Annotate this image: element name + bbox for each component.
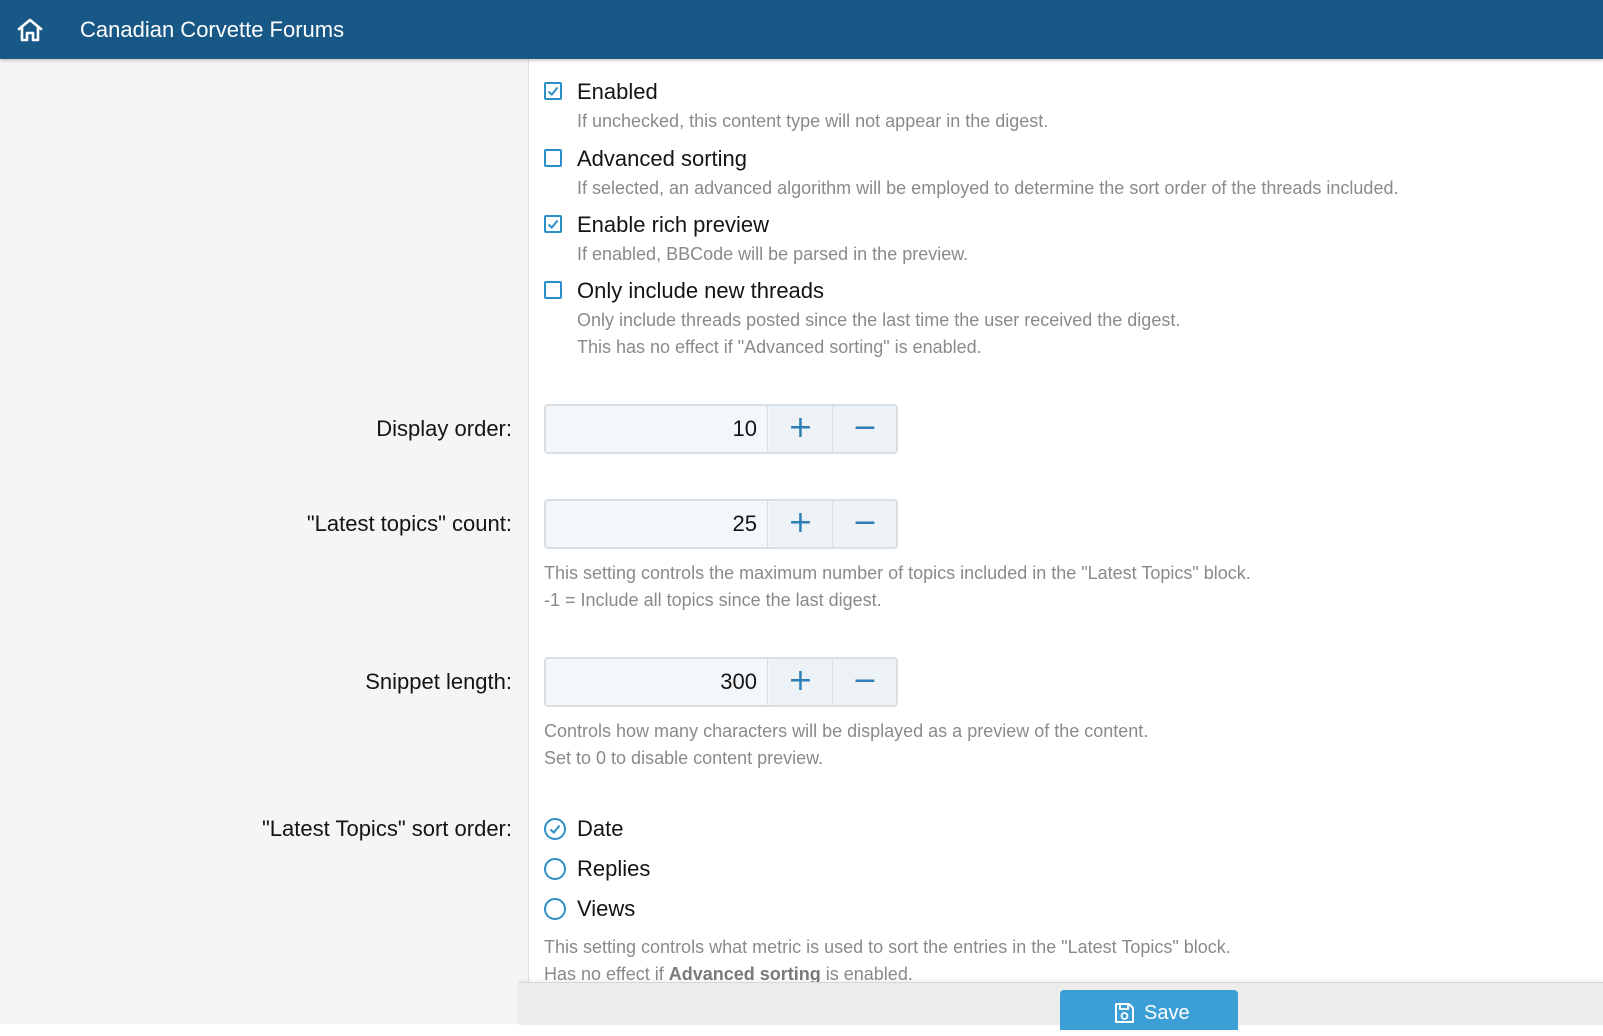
- only-new-threads-hint-note: This has no effect if "Advanced sorting"…: [577, 337, 982, 357]
- snippet-length-hint: Controls how many characters will be dis…: [544, 721, 1149, 741]
- sort-order-label: "Latest Topics" sort order:: [262, 816, 512, 841]
- enable-rich-preview-label[interactable]: Enable rich preview: [577, 211, 769, 239]
- latest-topics-count-decrement-button[interactable]: −: [833, 501, 896, 547]
- display-order-increment-button[interactable]: +: [769, 406, 833, 452]
- only-new-threads-label[interactable]: Only include new threads: [577, 277, 824, 305]
- save-button-label: Save: [1144, 1002, 1190, 1024]
- latest-topics-count-stepper: 25 + −: [544, 499, 898, 549]
- sort-date-label[interactable]: Date: [577, 815, 623, 843]
- snippet-length-decrement-button[interactable]: −: [833, 659, 896, 705]
- display-order-input[interactable]: 10: [546, 406, 768, 452]
- checkmark-icon: [547, 219, 559, 229]
- advanced-sorting-hint: If selected, an advanced algorithm will …: [577, 178, 1399, 198]
- enable-rich-preview-hint: If enabled, BBCode will be parsed in the…: [577, 244, 969, 264]
- enable-rich-preview-checkbox[interactable]: [544, 215, 562, 233]
- latest-topics-count-increment-button[interactable]: +: [769, 501, 833, 547]
- sort-views-radio[interactable]: [544, 898, 566, 920]
- home-icon[interactable]: [16, 17, 44, 43]
- only-new-threads-checkbox[interactable]: [544, 281, 562, 299]
- sort-date-radio[interactable]: [544, 818, 566, 840]
- advanced-sorting-label[interactable]: Advanced sorting: [577, 145, 747, 173]
- advanced-sorting-checkbox[interactable]: [544, 149, 562, 167]
- label-column: [0, 59, 529, 1024]
- only-new-threads-hint: Only include threads posted since the la…: [577, 310, 1181, 330]
- top-navigation-bar: Canadian Corvette Forums: [0, 0, 1603, 59]
- snippet-length-increment-button[interactable]: +: [769, 659, 833, 705]
- enabled-label[interactable]: Enabled: [577, 78, 658, 106]
- enabled-hint: If unchecked, this content type will not…: [577, 111, 1049, 131]
- checkmark-icon: [547, 86, 559, 96]
- sort-views-label[interactable]: Views: [577, 895, 635, 923]
- snippet-length-input[interactable]: 300: [546, 659, 768, 705]
- latest-topics-count-hint: This setting controls the maximum number…: [544, 563, 1251, 583]
- sort-replies-radio[interactable]: [544, 858, 566, 880]
- display-order-stepper: 10 + −: [544, 404, 898, 454]
- advanced-sorting-emphasis: Advanced sorting: [668, 964, 821, 984]
- latest-topics-count-input[interactable]: 25: [546, 501, 768, 547]
- snippet-length-stepper: 300 + −: [544, 657, 898, 707]
- latest-topics-count-hint-note: -1 = Include all topics since the last d…: [544, 590, 882, 610]
- sort-order-hint: This setting controls what metric is use…: [544, 937, 1231, 957]
- latest-topics-count-label: "Latest topics" count:: [306, 511, 512, 536]
- display-order-label: Display order:: [376, 416, 512, 441]
- checkmark-icon: [549, 824, 561, 834]
- display-order-decrement-button[interactable]: −: [833, 406, 896, 452]
- site-title[interactable]: Canadian Corvette Forums: [80, 16, 344, 44]
- sort-replies-label[interactable]: Replies: [577, 855, 650, 883]
- snippet-length-label: Snippet length:: [365, 669, 512, 694]
- enabled-checkbox[interactable]: [544, 82, 562, 100]
- snippet-length-hint-note: Set to 0 to disable content preview.: [544, 748, 824, 768]
- save-button[interactable]: Save: [1060, 990, 1238, 1030]
- save-icon: [1115, 1003, 1134, 1023]
